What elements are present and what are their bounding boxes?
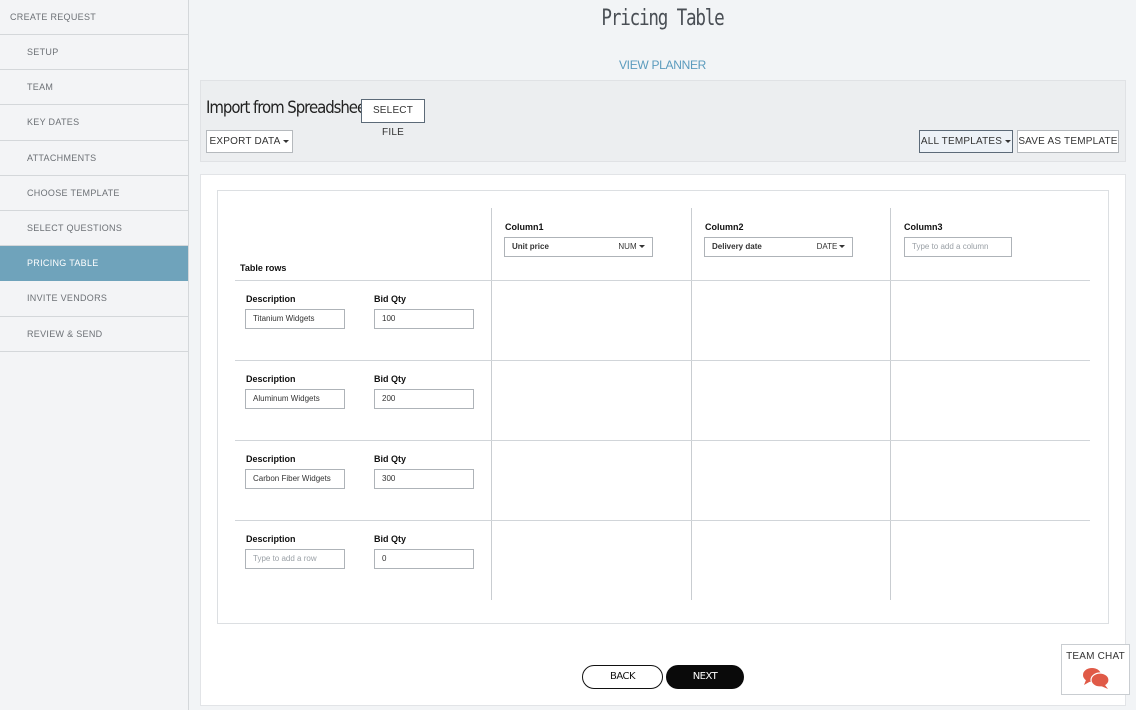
bid-qty-input[interactable]: 0: [374, 549, 474, 569]
column-divider: [890, 208, 891, 600]
bid-qty-input[interactable]: 200: [374, 389, 474, 409]
table-rows-header: Table rows: [240, 263, 287, 273]
sidebar-item-choose-template[interactable]: CHOOSE TEMPLATE: [0, 176, 188, 211]
column1-header: Column1: [505, 222, 544, 232]
import-spreadsheet-label: Import from Spreadsheet:: [206, 98, 375, 118]
chat-bubbles-icon: [1083, 668, 1110, 689]
description-label: Description: [246, 454, 296, 464]
description-label: Description: [246, 374, 296, 384]
bid-qty-label: Bid Qty: [374, 534, 407, 544]
description-input[interactable]: Aluminum Widgets: [245, 389, 345, 409]
column2-header: Column2: [705, 222, 744, 232]
bid-qty-label: Bid Qty: [374, 454, 407, 464]
column-divider: [691, 208, 692, 600]
sidebar-item-review-send[interactable]: REVIEW & SEND: [0, 317, 188, 352]
all-templates-dropdown[interactable]: ALL TEMPLATES: [919, 130, 1013, 153]
column2-name-input[interactable]: Delivery date: [704, 237, 811, 257]
sidebar-header[interactable]: CREATE REQUEST: [0, 0, 188, 35]
column2-type-label: DATE: [816, 242, 838, 251]
sidebar-item-pricing-table[interactable]: PRICING TABLE: [0, 246, 188, 282]
sidebar-item-setup[interactable]: SETUP: [0, 35, 188, 71]
row-divider: [235, 280, 1090, 281]
sidebar-item-select-questions[interactable]: SELECT QUESTIONS: [0, 211, 188, 247]
next-button[interactable]: NEXT: [666, 665, 744, 689]
export-data-dropdown[interactable]: EXPORT DATA: [206, 130, 293, 153]
row-divider: [235, 360, 1090, 361]
description-input[interactable]: Carbon Fiber Widgets: [245, 469, 345, 489]
team-chat-label: TEAM CHAT: [1066, 651, 1125, 662]
select-file-button[interactable]: SELECT FILE: [361, 99, 425, 138]
save-as-template-button[interactable]: SAVE AS TEMPLATE: [1017, 130, 1119, 153]
column2-type-dropdown[interactable]: DATE: [810, 237, 853, 257]
back-button[interactable]: BACK: [582, 665, 663, 689]
description-label: Description: [246, 294, 296, 304]
page-title: Pricing Table: [601, 6, 724, 31]
bid-qty-input[interactable]: 300: [374, 469, 474, 489]
sidebar: CREATE REQUEST SETUP TEAM KEY DATES ATTA…: [0, 0, 189, 710]
sidebar-item-invite-vendors[interactable]: INVITE VENDORS: [0, 281, 188, 317]
column1-type-label: NUM: [618, 242, 637, 251]
add-row-input[interactable]: Type to add a row: [245, 549, 345, 569]
column1-type-dropdown[interactable]: NUM: [611, 237, 653, 257]
column3-header: Column3: [904, 222, 943, 232]
all-templates-label: ALL TEMPLATES: [920, 136, 1003, 147]
caret-down-icon: [1005, 139, 1012, 143]
bid-qty-input[interactable]: 100: [374, 309, 474, 329]
sidebar-item-attachments[interactable]: ATTACHMENTS: [0, 141, 188, 176]
description-input[interactable]: Titanium Widgets: [245, 309, 345, 329]
row-divider: [235, 440, 1090, 441]
view-planner-link[interactable]: VIEW PLANNER: [189, 58, 1136, 72]
caret-down-icon: [283, 139, 290, 143]
add-column-input[interactable]: Type to add a column: [904, 237, 1012, 257]
description-label: Description: [246, 534, 296, 544]
caret-down-icon: [638, 245, 645, 249]
bid-qty-label: Bid Qty: [374, 294, 407, 304]
export-data-label: EXPORT DATA: [209, 136, 281, 147]
sidebar-item-team[interactable]: TEAM: [0, 70, 188, 106]
column1-name-input[interactable]: Unit price: [504, 237, 612, 257]
caret-down-icon: [839, 245, 846, 249]
bid-qty-label: Bid Qty: [374, 374, 407, 384]
row-divider: [235, 520, 1090, 521]
team-chat-widget[interactable]: TEAM CHAT: [1061, 644, 1130, 695]
column-divider: [491, 208, 492, 600]
sidebar-item-key-dates[interactable]: KEY DATES: [0, 105, 188, 141]
